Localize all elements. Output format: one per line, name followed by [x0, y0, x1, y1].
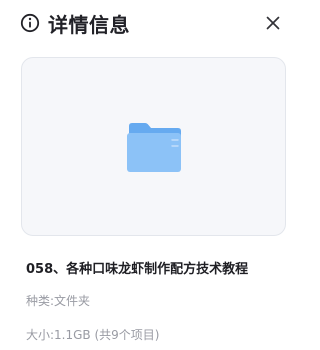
- folder-icon: [125, 121, 183, 173]
- panel-title: 详情信息: [48, 12, 130, 37]
- file-preview: [21, 57, 286, 236]
- close-icon: [266, 16, 280, 30]
- panel-header: 详情信息: [20, 9, 289, 37]
- file-kind-label: 种类:: [26, 294, 55, 308]
- details-panel: 详情信息 058、各种口味龙虾制作配方技术教程 种类:文件夹 大小:1.1GB …: [0, 0, 301, 350]
- info-circle-icon: [20, 13, 40, 33]
- file-size-value: 1.1GB (共9个项目): [54, 328, 160, 342]
- file-size-label: 大小:: [26, 328, 55, 342]
- file-kind-value: 文件夹: [54, 294, 91, 308]
- file-name: 058、各种口味龙虾制作配方技术教程: [26, 262, 249, 277]
- file-size: 大小:1.1GB (共9个项目): [26, 326, 159, 343]
- close-button[interactable]: [263, 13, 283, 33]
- file-kind: 种类:文件夹: [26, 292, 90, 309]
